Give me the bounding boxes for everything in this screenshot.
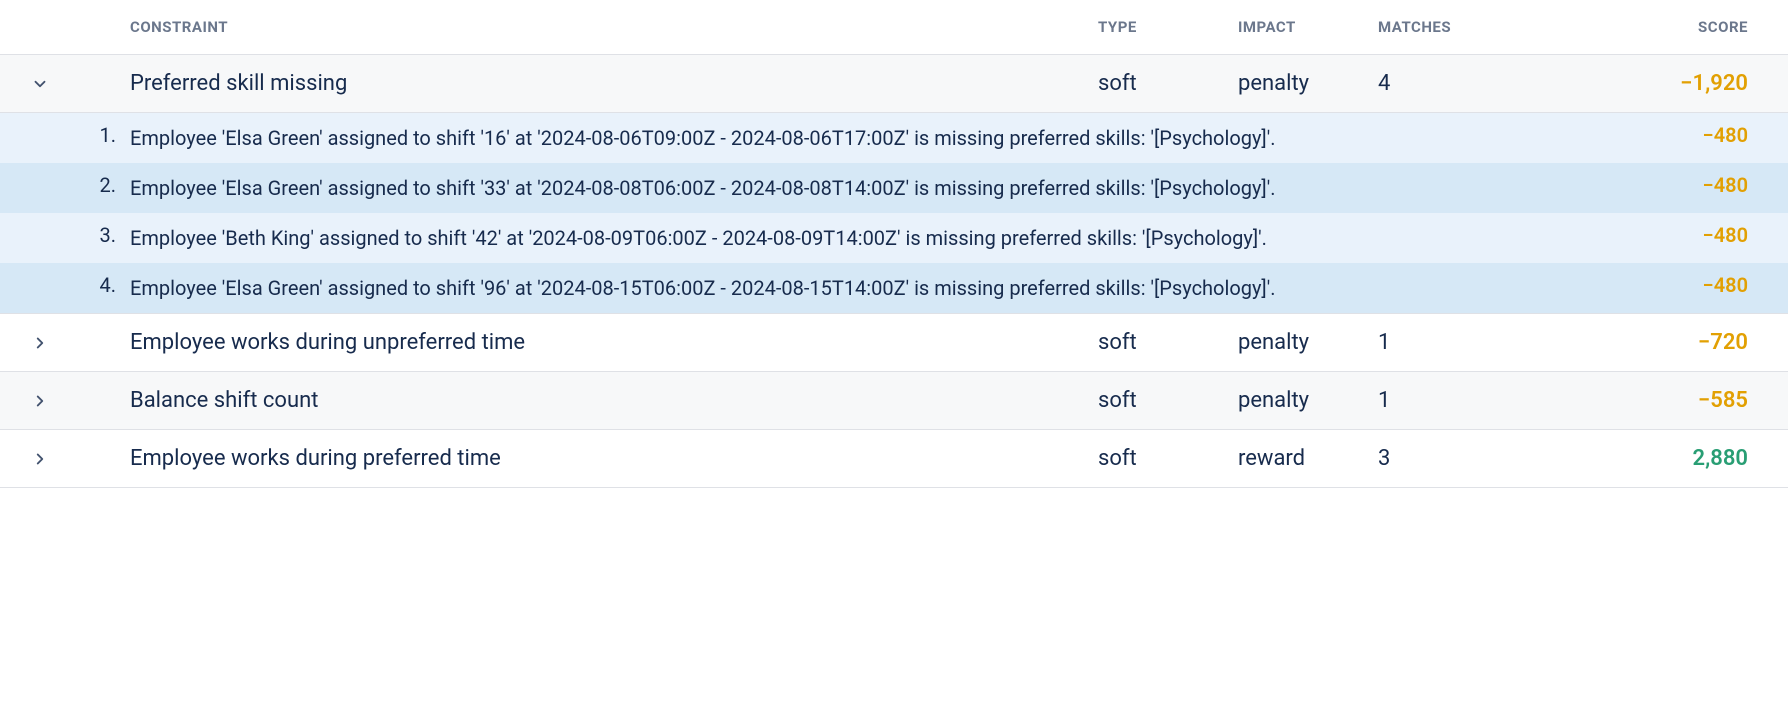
constraint-detail-row: 3.Employee 'Beth King' assigned to shift… [0,213,1788,263]
constraint-score: −585 [1568,388,1748,413]
constraint-row[interactable]: Balance shift countsoftpenalty1−585 [0,372,1788,430]
constraints-table: CONSTRAINT TYPE IMPACT MATCHES SCORE Pre… [0,0,1788,488]
header-matches: MATCHES [1378,18,1568,36]
detail-text: Employee 'Beth King' assigned to shift '… [130,223,1568,253]
constraint-name: Employee works during unpreferred time [130,330,1098,355]
header-constraint: CONSTRAINT [130,18,1098,36]
constraint-score: −720 [1568,330,1748,355]
constraint-impact: reward [1238,446,1378,471]
constraint-detail-row: 2.Employee 'Elsa Green' assigned to shif… [0,163,1788,213]
constraint-detail-row: 1.Employee 'Elsa Green' assigned to shif… [0,113,1788,163]
table-header-row: CONSTRAINT TYPE IMPACT MATCHES SCORE [0,0,1788,55]
constraint-matches: 1 [1378,330,1568,355]
detail-number: 2. [70,173,130,203]
detail-number: 1. [70,123,130,153]
constraint-detail-row: 4.Employee 'Elsa Green' assigned to shif… [0,263,1788,313]
constraint-type: soft [1098,71,1238,96]
chevron-right-icon[interactable] [10,450,70,468]
constraint-type: soft [1098,388,1238,413]
header-type: TYPE [1098,18,1238,36]
header-impact: IMPACT [1238,18,1378,36]
detail-number: 3. [70,223,130,253]
detail-score: −480 [1568,123,1748,147]
detail-score: −480 [1568,273,1748,297]
constraint-matches: 1 [1378,388,1568,413]
constraint-impact: penalty [1238,330,1378,355]
constraint-row[interactable]: Employee works during preferred timesoft… [0,430,1788,488]
detail-text: Employee 'Elsa Green' assigned to shift … [130,273,1568,303]
constraint-score: −1,920 [1568,71,1748,96]
detail-score: −480 [1568,173,1748,197]
detail-score: −480 [1568,223,1748,247]
detail-text: Employee 'Elsa Green' assigned to shift … [130,173,1568,203]
constraint-matches: 3 [1378,446,1568,471]
detail-text: Employee 'Elsa Green' assigned to shift … [130,123,1568,153]
constraint-type: soft [1098,330,1238,355]
chevron-down-icon[interactable] [10,75,70,93]
constraint-name: Balance shift count [130,388,1098,413]
header-score: SCORE [1568,18,1748,36]
constraint-name: Employee works during preferred time [130,446,1098,471]
constraint-impact: penalty [1238,71,1378,96]
constraint-matches: 4 [1378,71,1568,96]
chevron-right-icon[interactable] [10,392,70,410]
detail-number: 4. [70,273,130,303]
constraint-details: 1.Employee 'Elsa Green' assigned to shif… [0,113,1788,314]
constraint-row[interactable]: Employee works during unpreferred timeso… [0,314,1788,372]
constraint-score: 2,880 [1568,446,1748,471]
constraint-row[interactable]: Preferred skill missingsoftpenalty4−1,92… [0,55,1788,113]
chevron-right-icon[interactable] [10,334,70,352]
constraint-name: Preferred skill missing [130,71,1098,96]
constraint-type: soft [1098,446,1238,471]
constraint-impact: penalty [1238,388,1378,413]
